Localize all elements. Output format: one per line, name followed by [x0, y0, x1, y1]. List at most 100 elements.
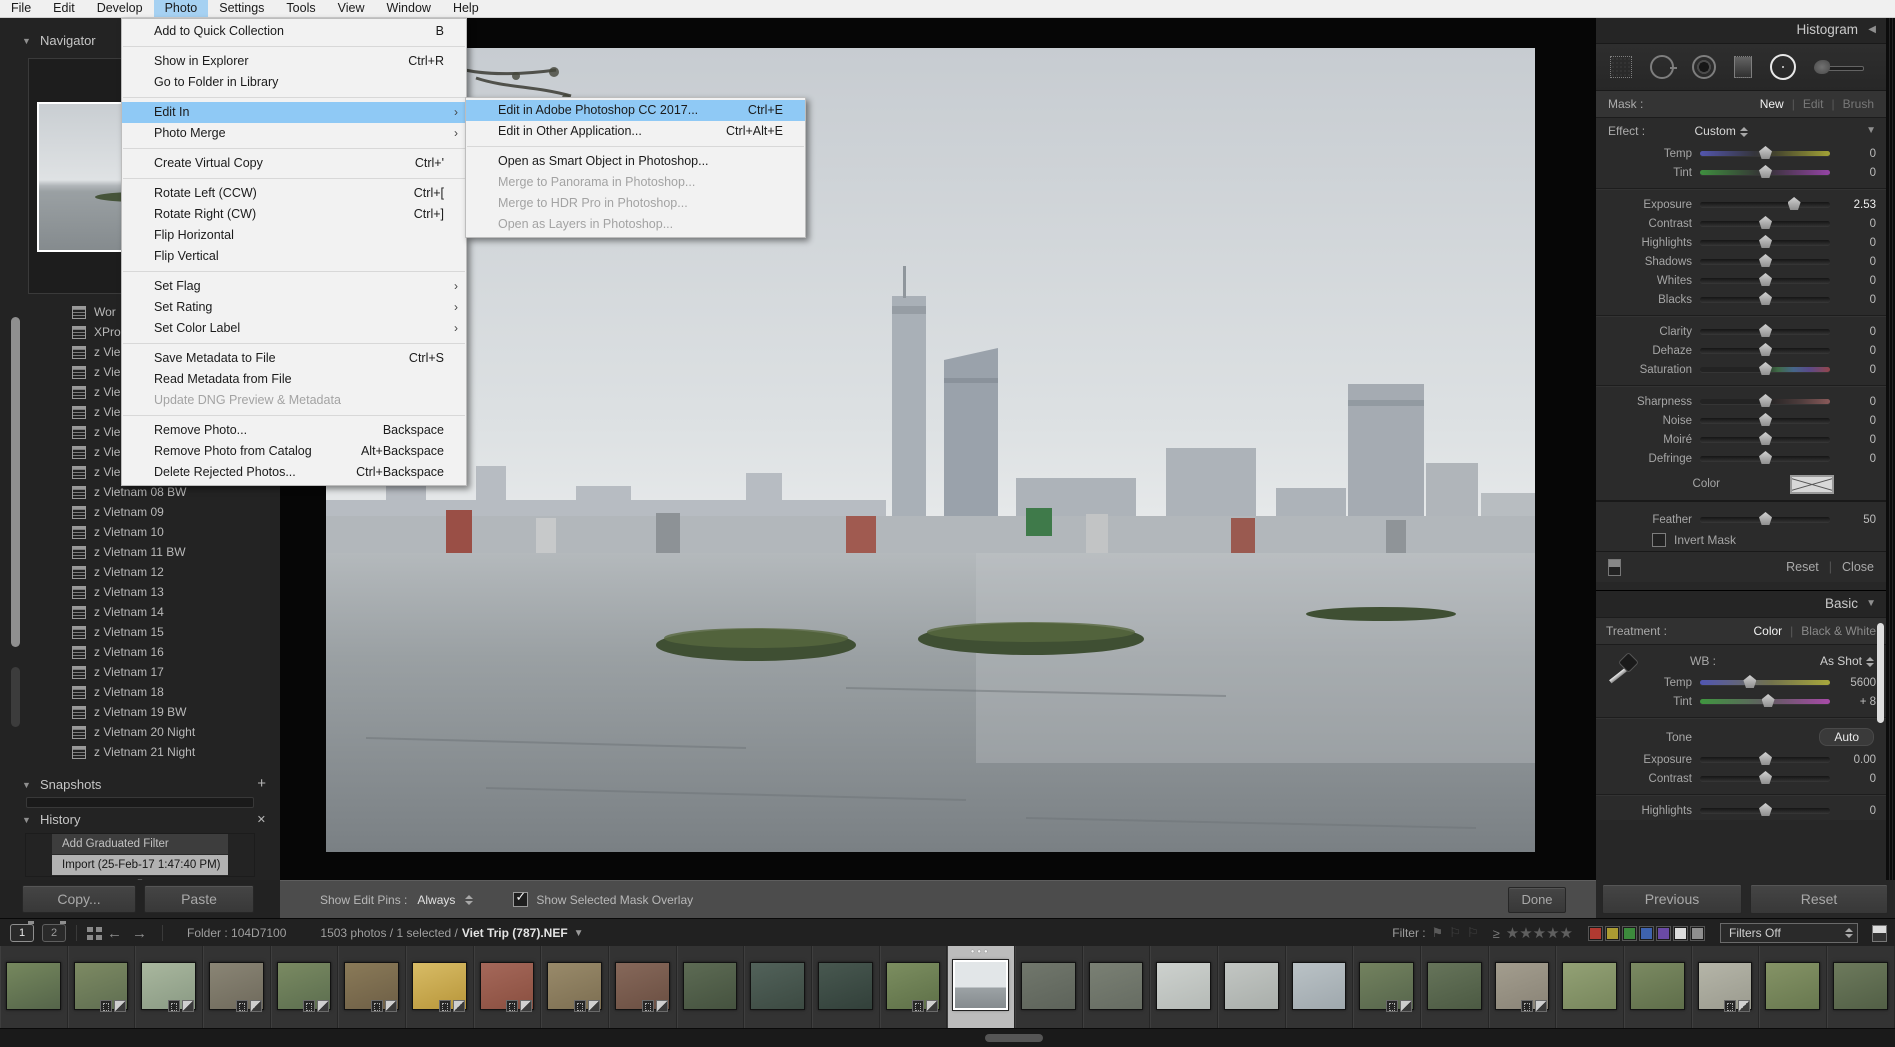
filmstrip-thumbnail[interactable]: [406, 946, 474, 1028]
menu-file[interactable]: File: [0, 0, 42, 17]
folder-item[interactable]: z Vietnam 10: [0, 522, 280, 542]
photo-menu-item[interactable]: Set Rating ›: [122, 297, 466, 318]
filmstrip-thumbnail[interactable]: [1083, 946, 1151, 1028]
photo-menu-item[interactable]: Rotate Left (CCW) Ctrl+[: [122, 183, 466, 204]
menu-help[interactable]: Help: [442, 0, 490, 17]
filmstrip-thumbnail[interactable]: [609, 946, 677, 1028]
filmstrip-thumbnail[interactable]: [880, 946, 948, 1028]
filmstrip-thumbnail[interactable]: [1353, 946, 1422, 1028]
photo-menu-item[interactable]: Save Metadata to File Ctrl+S: [122, 348, 466, 369]
adjustment-badge-icon[interactable]: [1400, 1000, 1413, 1012]
rating-gte-icon[interactable]: ≥: [1493, 926, 1500, 941]
wb-eyedropper-icon[interactable]: [1604, 651, 1640, 695]
star-icon[interactable]: ★: [1506, 925, 1519, 942]
previous-button[interactable]: Previous: [1602, 884, 1742, 914]
folder-item[interactable]: z Vietnam 09: [0, 502, 280, 522]
dehaze-slider[interactable]: [1700, 343, 1830, 356]
whites-slider[interactable]: [1700, 273, 1830, 286]
auto-tone-button[interactable]: Auto: [1819, 728, 1874, 746]
paste-settings-button[interactable]: Paste: [144, 885, 254, 913]
star-icon[interactable]: ★: [1533, 925, 1546, 942]
wb-preset-select[interactable]: As Shot: [1820, 649, 1874, 673]
menu-develop[interactable]: Develop: [86, 0, 154, 17]
crop-badge-icon[interactable]: [506, 1000, 519, 1012]
crop-badge-icon[interactable]: [235, 1000, 248, 1012]
filename-dropdown-icon[interactable]: ▼: [574, 928, 584, 939]
current-filename[interactable]: Viet Trip (787).NEF: [462, 926, 568, 940]
slider-knob[interactable]: [1759, 324, 1772, 337]
crop-badge-icon[interactable]: [641, 1000, 654, 1012]
slider-knob[interactable]: [1759, 752, 1772, 765]
basic-panel-header[interactable]: Basic ▼: [1596, 591, 1886, 617]
star-icon[interactable]: ★: [1560, 925, 1573, 942]
crop-badge-icon[interactable]: [438, 1000, 451, 1012]
photo-menu-item[interactable]: Create Virtual Copy Ctrl+': [122, 153, 466, 174]
filmstrip-thumbnail[interactable]: [1015, 946, 1083, 1028]
slider-knob[interactable]: [1761, 694, 1775, 707]
mask-reset-button[interactable]: Reset: [1786, 560, 1819, 574]
folder-item[interactable]: z Vietnam 20 Night: [0, 722, 280, 742]
slider-knob[interactable]: [1759, 432, 1772, 445]
shadows-slider[interactable]: [1700, 254, 1830, 267]
treatment-color-button[interactable]: Color: [1753, 618, 1782, 644]
feather-slider[interactable]: [1700, 512, 1830, 525]
adjustment-badge-icon[interactable]: [249, 1000, 262, 1012]
filmstrip-thumbnail[interactable]: [541, 946, 610, 1028]
adjustment-badge-icon[interactable]: [655, 1000, 668, 1012]
crop-badge-icon[interactable]: [912, 1000, 925, 1012]
adjustment-badge-icon[interactable]: [114, 1000, 127, 1012]
sharpness-slider[interactable]: [1700, 394, 1830, 407]
photo-menu-item[interactable]: Photo Merge ›: [122, 123, 466, 144]
main-window-button[interactable]: 1: [10, 921, 34, 942]
temp-slider[interactable]: [1700, 146, 1830, 159]
adjustment-badge-icon[interactable]: [182, 1000, 195, 1012]
panel-toggle-switch[interactable]: [1608, 558, 1621, 576]
menu-photo[interactable]: Photo: [153, 0, 209, 17]
edit-in-item[interactable]: Edit in Adobe Photoshop CC 2017... Ctrl+E: [466, 100, 805, 121]
filmstrip-thumbnail[interactable]: [203, 946, 271, 1028]
slider-knob[interactable]: [1759, 235, 1772, 248]
folder-item[interactable]: z Vietnam 15: [0, 622, 280, 642]
menu-tools[interactable]: Tools: [275, 0, 326, 17]
filmstrip-thumbnail[interactable]: [1759, 946, 1828, 1028]
exposure-slider[interactable]: [1700, 197, 1830, 210]
slider-knob[interactable]: [1759, 803, 1772, 816]
temp-slider[interactable]: [1700, 675, 1830, 688]
photo-menu-item[interactable]: Edit In ›: [122, 102, 466, 123]
edit-in-item[interactable]: Open as Smart Object in Photoshop...: [466, 151, 805, 172]
color-chip[interactable]: [1622, 925, 1637, 941]
menu-edit[interactable]: Edit: [42, 0, 86, 17]
highlights-slider[interactable]: [1700, 803, 1830, 816]
filmstrip-thumbnail[interactable]: [1556, 946, 1625, 1028]
slider-knob[interactable]: [1787, 197, 1801, 210]
slider-knob[interactable]: [1759, 394, 1772, 407]
clear-history-icon[interactable]: ✕: [257, 810, 266, 830]
highlights-slider[interactable]: [1700, 235, 1830, 248]
adjustment-badge-icon[interactable]: [385, 1000, 398, 1012]
slider-knob[interactable]: [1759, 146, 1772, 159]
folder-item[interactable]: z Vietnam 16: [0, 642, 280, 662]
slider-knob[interactable]: [1759, 292, 1772, 305]
edit-in-item[interactable]: Edit in Other Application... Ctrl+Alt+E: [466, 121, 805, 142]
filmstrip-thumbnail[interactable]: ●●●: [947, 946, 1016, 1028]
folder-item[interactable]: z Vietnam 12: [0, 562, 280, 582]
filmstrip-thumbnail[interactable]: [1489, 946, 1557, 1028]
histogram-panel-header[interactable]: Histogram ◀: [1596, 17, 1886, 43]
filmstrip-thumbnail[interactable]: [677, 946, 745, 1028]
crop-badge-icon[interactable]: [303, 1000, 316, 1012]
photo-menu-item[interactable]: Set Color Label ›: [122, 318, 466, 339]
slider-knob[interactable]: [1759, 343, 1772, 356]
crop-badge-icon[interactable]: [1724, 1000, 1737, 1012]
adjustment-brush-icon[interactable]: [1814, 57, 1864, 77]
adjustment-badge-icon[interactable]: [452, 1000, 465, 1012]
adjustment-badge-icon[interactable]: [1535, 1000, 1548, 1012]
photo-menu-item[interactable]: Flip Vertical: [122, 246, 466, 267]
slider-knob[interactable]: [1759, 451, 1772, 464]
mask-close-button[interactable]: Close: [1842, 560, 1874, 574]
photo-menu-item[interactable]: Read Metadata from File: [122, 369, 466, 390]
color-chip[interactable]: [1605, 925, 1620, 941]
slider-knob[interactable]: [1759, 413, 1772, 426]
filmstrip-thumbnail[interactable]: [744, 946, 813, 1028]
red-eye-correction-icon[interactable]: [1692, 55, 1716, 79]
filmstrip-thumbnail[interactable]: [1624, 946, 1692, 1028]
